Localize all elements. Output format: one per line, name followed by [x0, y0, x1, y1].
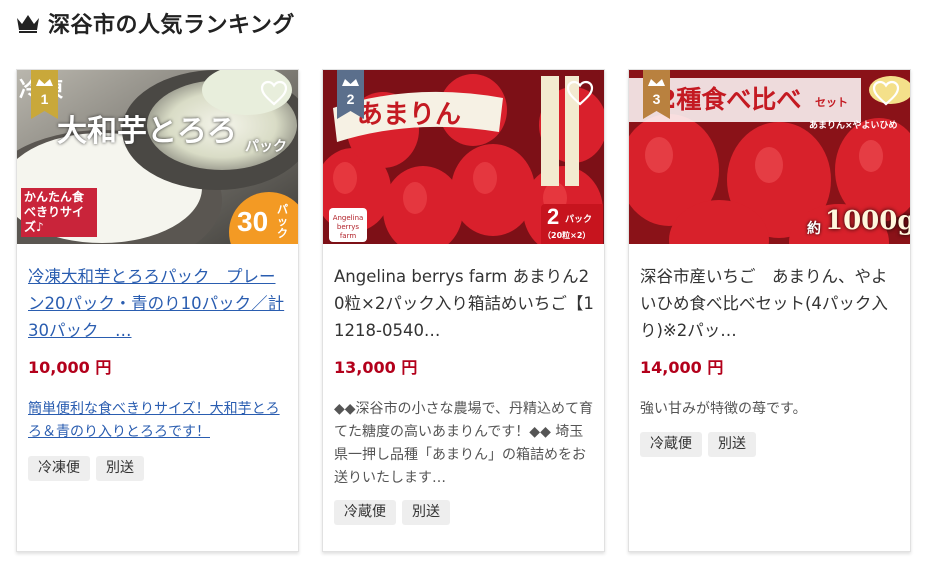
- brand-logo-line1: Angelina: [332, 214, 364, 222]
- count-badge-sub: （20粒×2）: [543, 231, 591, 240]
- count-badge-unit: パック: [277, 203, 288, 240]
- image-caption-main: 2種食べ比べ: [659, 85, 802, 114]
- product-price: 10,000 円: [28, 358, 112, 377]
- product-title[interactable]: Angelina berrys farm あまりん20粒×2パック入り箱詰めいち…: [334, 263, 594, 344]
- crown-icon: [17, 15, 39, 33]
- ranking-heading: 深谷市の人気ランキング: [16, 6, 295, 40]
- product-tags: 冷凍便 別送: [28, 456, 144, 481]
- ranking-card-2[interactable]: あまりん Angelina berrys farm 2 パック （20粒×2） …: [322, 69, 605, 552]
- image-caption-pack: パック: [245, 139, 287, 155]
- weight-value: 1000g: [825, 206, 910, 236]
- ranking-card-3[interactable]: 2種食べ比べ セット あまりん×やよいひめ 約 1000g 3 深谷市産いちご …: [628, 69, 911, 552]
- tag-shipping: 冷凍便: [28, 456, 90, 481]
- product-description: 強い甘みが特徴の苺です。: [640, 401, 807, 417]
- favorite-heart-icon[interactable]: [566, 80, 594, 106]
- tag-separate: 別送: [402, 500, 450, 525]
- weight-prefix: 約: [807, 221, 821, 237]
- ranking-card-1[interactable]: 冷凍 大和芋とろろ パック かんたん食べきりサイズ♪ 30 パック 1 冷凍大和…: [16, 69, 299, 552]
- product-title[interactable]: 深谷市産いちご あまりん、やよいひめ食べ比べセット(4パック入り)※2パッ…: [640, 263, 900, 344]
- product-tags: 冷蔵便 別送: [640, 432, 756, 457]
- brand-logo: Angelina berrys farm: [329, 208, 367, 242]
- product-tags: 冷蔵便 別送: [334, 500, 450, 525]
- product-description-link[interactable]: 簡単便利な食べきりサイズ！大和芋とろろ＆青のり入りとろろです！: [28, 398, 290, 444]
- rank-number: 1: [40, 91, 49, 107]
- image-caption-set: セット: [815, 96, 848, 109]
- favorite-heart-icon[interactable]: [872, 80, 900, 106]
- favorite-heart-icon[interactable]: [260, 80, 288, 106]
- product-image[interactable]: 冷凍 大和芋とろろ パック かんたん食べきりサイズ♪ 30 パック 1: [17, 70, 298, 244]
- brand-logo-line2: berrys farm: [336, 223, 360, 240]
- product-price: 13,000 円: [334, 358, 418, 377]
- product-image[interactable]: あまりん Angelina berrys farm 2 パック （20粒×2） …: [323, 70, 604, 244]
- image-caption-main: あまりん: [357, 100, 462, 130]
- product-description: ◆◆深谷市の小さな農場で、丹精込めて育てた糖度の高いあまりんです！◆◆ 埼玉県一…: [334, 401, 593, 486]
- product-title-link[interactable]: 冷凍大和芋とろろパック プレーン20パック・青のり10パック／計30パック …: [28, 263, 288, 344]
- product-price: 14,000 円: [640, 358, 724, 377]
- tag-separate: 別送: [708, 432, 756, 457]
- count-badge-number: 2: [547, 204, 560, 229]
- image-caption-main: 大和芋とろろ: [57, 114, 237, 149]
- count-badge-number: 30: [237, 206, 269, 237]
- image-caption-badge: かんたん食べきりサイズ♪: [21, 188, 97, 237]
- product-image[interactable]: 2種食べ比べ セット あまりん×やよいひめ 約 1000g 3: [629, 70, 910, 244]
- rank-number: 3: [652, 91, 661, 107]
- tag-shipping: 冷蔵便: [640, 432, 702, 457]
- tag-shipping: 冷蔵便: [334, 500, 396, 525]
- rank-number: 2: [346, 91, 355, 107]
- ranking-title: 深谷市の人気ランキング: [48, 13, 295, 38]
- image-caption-sub: あまりん×やよいひめ: [809, 121, 898, 131]
- tag-separate: 別送: [96, 456, 144, 481]
- count-badge-unit: パック: [565, 215, 593, 225]
